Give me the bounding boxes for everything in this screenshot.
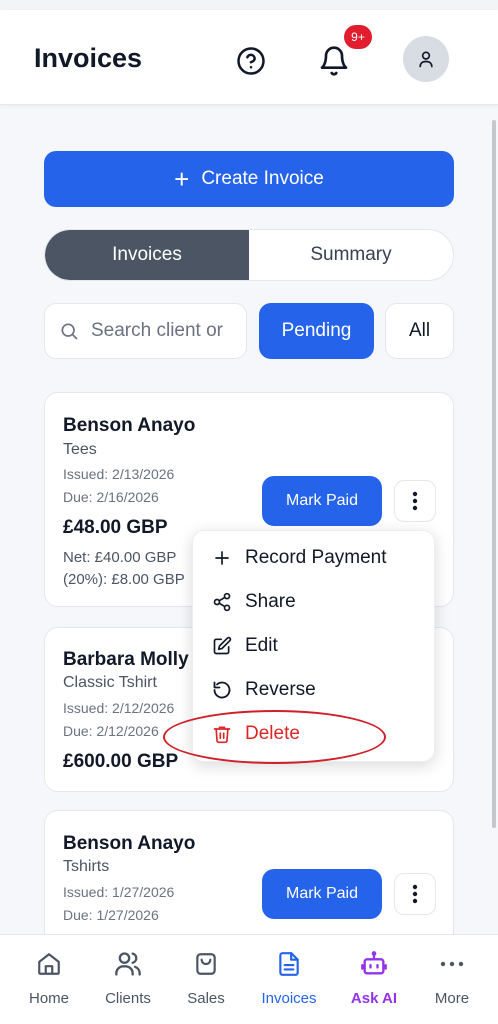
nav-label: Sales — [187, 990, 225, 1007]
client-name: Benson Anayo — [63, 415, 196, 436]
filter-pending-button[interactable]: Pending — [259, 303, 374, 359]
invoice-amount: £600.00 GBP — [63, 751, 179, 772]
menu-item-label: Record Payment — [245, 547, 387, 568]
tab-invoices[interactable]: Invoices — [45, 230, 249, 280]
more-options-button[interactable] — [394, 873, 436, 915]
nav-sales[interactable]: Sales — [166, 935, 246, 1024]
nav-invoices[interactable]: Invoices — [249, 935, 329, 1024]
scrollbar[interactable] — [492, 120, 496, 828]
invoice-card[interactable]: Benson Anayo Tshirts Issued: 1/27/2026 D… — [44, 810, 454, 950]
menu-item-label: Share — [245, 591, 296, 612]
search-input[interactable]: Search client or — [44, 303, 247, 359]
users-icon — [113, 949, 143, 979]
nav-more[interactable]: More — [412, 935, 492, 1024]
create-invoice-button[interactable]: + Create Invoice — [44, 151, 454, 207]
menu-item-label: Reverse — [245, 679, 316, 700]
nav-label: More — [434, 990, 470, 1007]
menu-item-edit[interactable]: Edit — [211, 635, 278, 657]
more-vertical-icon — [412, 491, 418, 511]
notification-badge: 9+ — [344, 25, 372, 49]
client-name: Benson Anayo — [63, 833, 196, 854]
menu-item-share[interactable]: Share — [211, 591, 296, 613]
shopping-bag-icon — [191, 949, 221, 979]
tab-summary[interactable]: Summary — [249, 230, 453, 280]
search-placeholder: Search client or — [91, 320, 224, 341]
notifications-bell-icon[interactable] — [318, 44, 350, 78]
issued-date: Issued: 2/13/2026 — [63, 466, 175, 482]
user-icon — [419, 51, 433, 68]
bottom-navigation: Home Clients Sales Invoices Ask AI More — [0, 934, 498, 1024]
mark-paid-button[interactable]: Mark Paid — [262, 476, 382, 526]
due-date: Due: 2/16/2026 — [63, 489, 159, 505]
filter-all-button[interactable]: All — [385, 303, 454, 359]
trash-icon — [211, 723, 233, 745]
app-header: Invoices 9+ — [0, 10, 498, 105]
due-date: Due: 2/12/2026 — [63, 723, 159, 739]
undo-icon — [211, 679, 233, 701]
product-name: Tshirts — [63, 858, 110, 875]
menu-item-record-payment[interactable]: Record Payment — [211, 547, 387, 569]
status-bar — [0, 0, 498, 10]
nav-label: Ask AI — [350, 990, 398, 1007]
menu-item-reverse[interactable]: Reverse — [211, 679, 316, 701]
plus-icon: + — [174, 164, 190, 194]
edit-icon — [211, 635, 233, 657]
home-icon — [34, 949, 64, 979]
menu-item-label: Delete — [245, 723, 300, 744]
client-name: Barbara Molly — [63, 649, 189, 670]
invoice-actions-menu: Record Payment Share Edit Reverse Delete — [192, 530, 435, 762]
net-amount: Net: £40.00 GBP — [63, 549, 177, 566]
view-segment-control: Invoices Summary — [44, 229, 454, 281]
due-date: Due: 1/27/2026 — [63, 907, 159, 923]
share-icon — [211, 591, 233, 613]
product-name: Tees — [63, 441, 97, 458]
nav-label: Home — [28, 990, 69, 1007]
plus-icon — [211, 547, 233, 569]
more-icon — [437, 949, 467, 979]
invoice-amount: £48.00 GBP — [63, 517, 168, 538]
help-icon[interactable] — [236, 46, 266, 76]
create-invoice-label: Create Invoice — [201, 168, 324, 189]
page-title: Invoices — [34, 43, 143, 73]
document-icon — [274, 949, 304, 979]
search-icon — [61, 323, 78, 340]
mark-paid-button[interactable]: Mark Paid — [262, 869, 382, 919]
issued-date: Issued: 2/12/2026 — [63, 700, 175, 716]
nav-home[interactable]: Home — [9, 935, 89, 1024]
tax-amount: (20%): £8.00 GBP — [63, 571, 185, 588]
more-options-button[interactable] — [394, 480, 436, 522]
nav-clients[interactable]: Clients — [88, 935, 168, 1024]
nav-label: Invoices — [261, 990, 317, 1007]
robot-icon — [359, 949, 389, 979]
nav-ask-ai[interactable]: Ask AI — [334, 935, 414, 1024]
menu-item-delete[interactable]: Delete — [211, 723, 300, 745]
product-name: Classic Tshirt — [63, 674, 157, 691]
menu-item-label: Edit — [245, 635, 278, 656]
avatar[interactable] — [403, 36, 449, 82]
nav-label: Clients — [105, 990, 151, 1007]
issued-date: Issued: 1/27/2026 — [63, 884, 175, 900]
more-vertical-icon — [412, 884, 418, 904]
